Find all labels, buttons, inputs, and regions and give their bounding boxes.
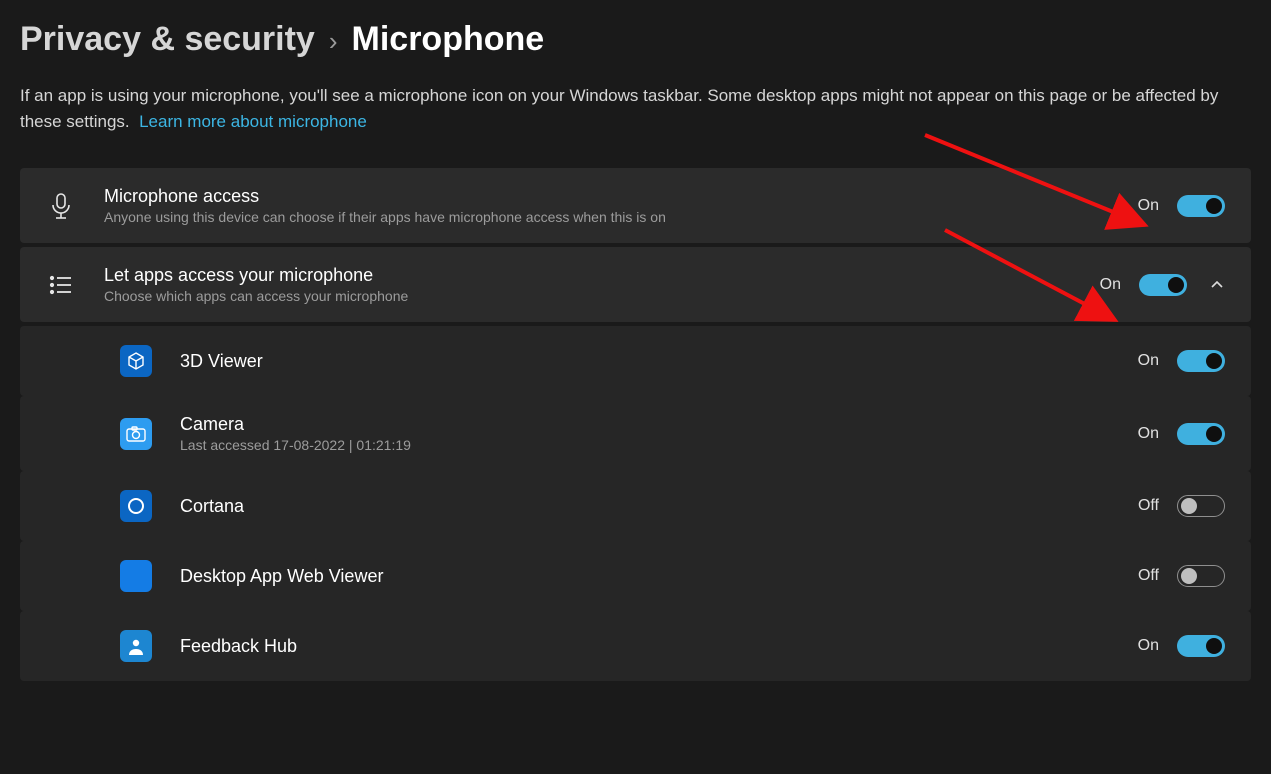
- app-name: Desktop App Web Viewer: [180, 566, 1129, 587]
- app-toggle[interactable]: [1177, 495, 1225, 517]
- settings-list: Microphone access Anyone using this devi…: [20, 168, 1251, 681]
- let-apps-status: On: [1091, 276, 1121, 294]
- app-subtitle: Last accessed 17-08-2022 | 01:21:19: [180, 437, 1129, 453]
- app-row[interactable]: Camera Last accessed 17-08-2022 | 01:21:1…: [20, 396, 1251, 471]
- intro-text: If an app is using your microphone, you'…: [20, 83, 1251, 134]
- breadcrumb: Privacy & security › Microphone: [20, 20, 1251, 59]
- app-icon: [120, 345, 152, 377]
- let-apps-row[interactable]: Let apps access your microphone Choose w…: [20, 247, 1251, 322]
- app-toggle[interactable]: [1177, 350, 1225, 372]
- breadcrumb-parent[interactable]: Privacy & security: [20, 20, 315, 59]
- app-toggle[interactable]: [1177, 565, 1225, 587]
- microphone-access-subtitle: Anyone using this device can choose if t…: [104, 209, 1129, 225]
- microphone-access-title: Microphone access: [104, 186, 1129, 207]
- microphone-access-status: On: [1129, 197, 1159, 215]
- app-name: Camera: [180, 414, 1129, 435]
- app-icon: [120, 490, 152, 522]
- chevron-up-icon[interactable]: [1209, 277, 1225, 293]
- app-icon: [120, 418, 152, 450]
- app-icon: [120, 630, 152, 662]
- app-toggle[interactable]: [1177, 635, 1225, 657]
- let-apps-subtitle: Choose which apps can access your microp…: [104, 288, 1091, 304]
- app-status: Off: [1129, 567, 1159, 585]
- let-apps-toggle[interactable]: [1139, 274, 1187, 296]
- app-status: On: [1129, 352, 1159, 370]
- learn-more-link[interactable]: Learn more about microphone: [139, 112, 367, 131]
- app-row[interactable]: CortanaOff: [20, 471, 1251, 541]
- app-status: On: [1129, 425, 1159, 443]
- microphone-icon: [46, 191, 76, 221]
- let-apps-title: Let apps access your microphone: [104, 265, 1091, 286]
- list-icon: [46, 270, 76, 300]
- app-name: Feedback Hub: [180, 636, 1129, 657]
- breadcrumb-current: Microphone: [352, 20, 545, 59]
- app-name: 3D Viewer: [180, 351, 1129, 372]
- app-icon: [120, 560, 152, 592]
- app-toggle[interactable]: [1177, 423, 1225, 445]
- app-row[interactable]: Feedback HubOn: [20, 611, 1251, 681]
- microphone-access-toggle[interactable]: [1177, 195, 1225, 217]
- app-status: Off: [1129, 497, 1159, 515]
- app-status: On: [1129, 637, 1159, 655]
- microphone-access-row[interactable]: Microphone access Anyone using this devi…: [20, 168, 1251, 243]
- app-row[interactable]: 3D ViewerOn: [20, 326, 1251, 396]
- app-name: Cortana: [180, 496, 1129, 517]
- app-row[interactable]: Desktop App Web ViewerOff: [20, 541, 1251, 611]
- chevron-right-icon: ›: [329, 26, 338, 57]
